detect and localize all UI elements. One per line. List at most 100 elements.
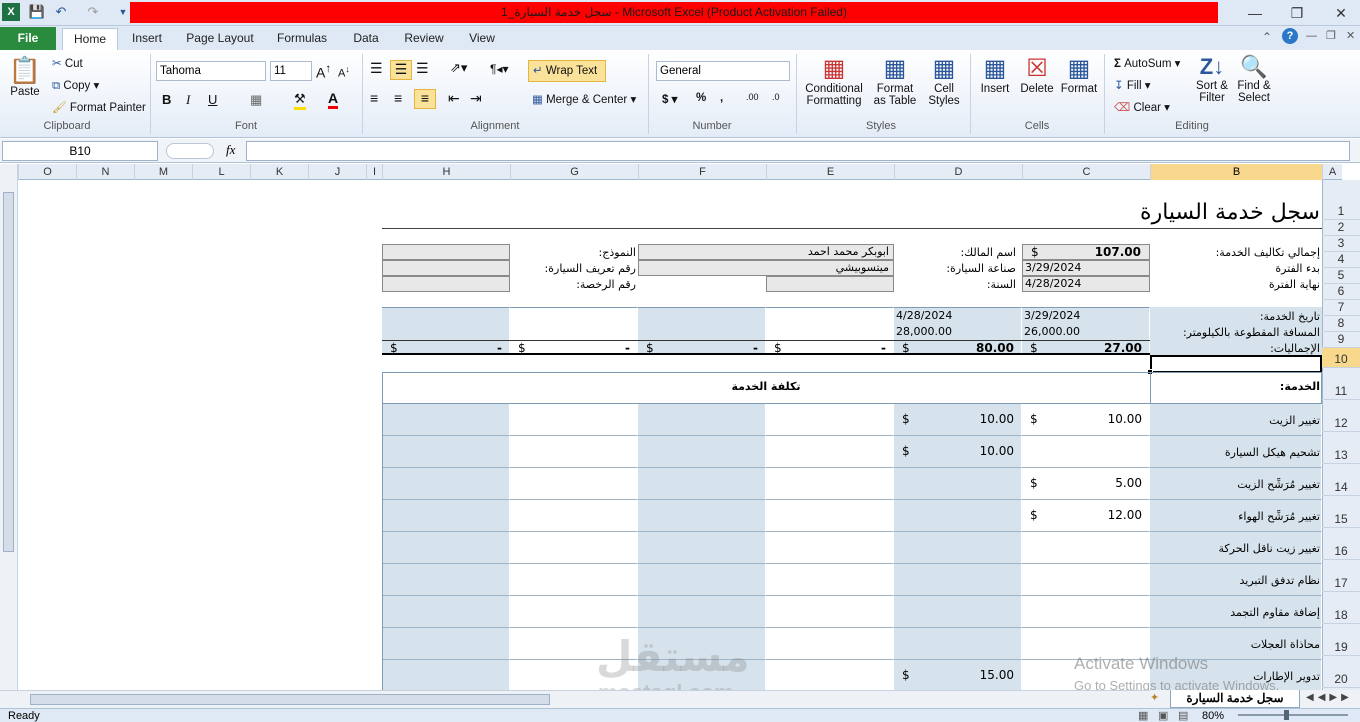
service-cost-cell[interactable] — [638, 468, 766, 500]
italic-icon[interactable]: I — [186, 92, 190, 108]
make-cell[interactable]: ميتسوبيشي — [638, 260, 894, 276]
service-cost-cell[interactable] — [510, 500, 638, 532]
row-header[interactable]: 18 — [1322, 592, 1360, 624]
column-header[interactable]: D — [894, 164, 1022, 180]
service-cost-cell[interactable] — [382, 628, 510, 660]
row-header[interactable]: 14 — [1322, 464, 1360, 496]
service-cost-cell[interactable] — [894, 564, 1022, 596]
service-cost-cell[interactable] — [638, 500, 766, 532]
row-header[interactable]: 8 — [1322, 316, 1360, 332]
increase-decimal-icon[interactable]: .00 — [746, 92, 759, 102]
column-header[interactable]: F — [638, 164, 766, 180]
cell-styles-button[interactable]: ▦ Cell Styles — [922, 54, 966, 107]
sheet-nav-icons[interactable]: ◀◀▶▶ — [1306, 692, 1353, 703]
service-cost-cell[interactable] — [382, 468, 510, 500]
total-cell[interactable]: $ - — [766, 340, 894, 355]
row-header[interactable]: 5 — [1322, 268, 1360, 284]
percent-icon[interactable]: % — [696, 92, 706, 104]
service-cost-cell[interactable] — [510, 564, 638, 596]
column-header[interactable]: G — [510, 164, 638, 180]
number-format-dropdown[interactable]: General — [656, 61, 790, 81]
service-cost-cell[interactable] — [1022, 436, 1150, 468]
align-middle-icon[interactable]: ☰ — [390, 60, 412, 80]
model-cell[interactable] — [382, 244, 510, 260]
column-header[interactable]: B — [1150, 164, 1322, 180]
service-cost-cell[interactable] — [638, 532, 766, 564]
owner-cell[interactable]: ابوبكر محمد احمد — [638, 244, 894, 260]
page-break-view-icon[interactable]: ▤ — [1178, 709, 1188, 722]
autosum-button[interactable]: Σ AutoSum ▾ — [1114, 56, 1180, 70]
text-direction-icon[interactable]: ¶◂▾ — [490, 62, 509, 76]
find-select-button[interactable]: 🔍 Find & Select — [1234, 54, 1274, 104]
worksheet-grid[interactable]: سجل خدمة السيارة إجمالي تكاليف الخدمة: $… — [0, 180, 1322, 690]
comma-icon[interactable]: , — [720, 92, 723, 104]
minimize-ribbon-icon[interactable]: ⌃ — [1262, 30, 1272, 44]
doc-restore-icon[interactable]: ❐ — [1326, 29, 1336, 42]
row-header[interactable]: 20 — [1322, 656, 1360, 688]
decrease-indent-icon[interactable]: ⇤ — [448, 90, 460, 107]
period-end-cell[interactable]: 4/28/2024 — [1022, 276, 1150, 292]
total-cell[interactable]: $27.00 — [1022, 340, 1150, 355]
column-header[interactable]: M — [134, 164, 192, 180]
format-as-table-button[interactable]: ▦ Format as Table — [870, 54, 920, 107]
column-header[interactable]: L — [192, 164, 250, 180]
bold-icon[interactable]: B — [162, 92, 171, 107]
mileage-value[interactable]: 26,000.00 — [1024, 325, 1148, 338]
total-cell[interactable]: $ - — [382, 340, 510, 355]
formula-bar-handle[interactable] — [166, 143, 214, 159]
align-top-icon[interactable]: ☰ — [370, 60, 383, 77]
service-cost-cell[interactable] — [510, 532, 638, 564]
doc-close-icon[interactable]: ✕ — [1346, 29, 1355, 42]
column-header[interactable]: K — [250, 164, 308, 180]
shrink-font-icon[interactable]: A↓ — [338, 64, 350, 80]
column-header[interactable]: E — [766, 164, 894, 180]
delete-cells-button[interactable]: ☒ Delete — [1016, 54, 1058, 95]
row-header[interactable]: 6 — [1322, 284, 1360, 300]
help-icon[interactable]: ? — [1282, 28, 1298, 44]
font-name-dropdown[interactable]: Tahoma — [156, 61, 266, 81]
increase-indent-icon[interactable]: ⇥ — [470, 90, 482, 107]
service-cost-cell[interactable] — [510, 436, 638, 468]
plate-cell[interactable] — [382, 276, 510, 292]
service-cost-cell[interactable] — [894, 532, 1022, 564]
borders-icon[interactable]: ▦ — [250, 92, 262, 108]
tab-file[interactable]: File — [0, 27, 56, 50]
row-header[interactable]: 19 — [1322, 624, 1360, 656]
row-header[interactable]: 4 — [1322, 252, 1360, 268]
doc-minimize-icon[interactable]: — — [1306, 30, 1317, 42]
service-cost-cell[interactable] — [766, 436, 894, 468]
name-box[interactable]: B10 — [2, 141, 158, 161]
column-header[interactable]: H — [382, 164, 510, 180]
align-bottom-icon[interactable]: ☰ — [416, 60, 429, 77]
align-left-icon[interactable]: ≡ — [370, 90, 378, 106]
clear-button[interactable]: ⌫ Clear ▾ — [1114, 100, 1170, 114]
service-cost-cell[interactable] — [638, 404, 766, 436]
align-right-icon[interactable]: ≡ — [414, 89, 436, 109]
service-cost-cell[interactable] — [382, 564, 510, 596]
tab-review[interactable]: Review — [398, 28, 450, 50]
zoom-slider[interactable] — [1238, 714, 1348, 716]
service-cost-cell[interactable] — [382, 532, 510, 564]
font-color-icon[interactable]: A — [328, 90, 339, 109]
service-cost-cell[interactable] — [510, 468, 638, 500]
service-cost-cell[interactable] — [766, 596, 894, 628]
service-date-value[interactable]: 3/29/2024 — [1024, 309, 1148, 322]
horizontal-scrollbar[interactable] — [0, 690, 1150, 708]
column-header[interactable]: C — [1022, 164, 1150, 180]
service-date-value[interactable]: 4/28/2024 — [896, 309, 1020, 322]
format-painter-button[interactable]: 🖌 Format Painter — [52, 100, 146, 114]
row-header[interactable]: 3 — [1322, 236, 1360, 252]
service-cost-cell[interactable] — [382, 500, 510, 532]
service-cost-cell[interactable] — [638, 436, 766, 468]
redo-icon[interactable]: ↷ — [84, 3, 102, 21]
underline-icon[interactable]: U — [208, 92, 217, 107]
row-header[interactable]: 7 — [1322, 300, 1360, 316]
service-cost-cell[interactable] — [1022, 564, 1150, 596]
service-cost-cell[interactable] — [894, 468, 1022, 500]
merge-center-button[interactable]: ▦ Merge & Center ▾ — [532, 92, 636, 106]
tab-formulas[interactable]: Formulas — [270, 28, 334, 50]
row-header[interactable]: 16 — [1322, 528, 1360, 560]
total-cell[interactable]: $ - — [638, 340, 766, 355]
fill-button[interactable]: ↧ Fill ▾ — [1114, 78, 1151, 92]
column-header[interactable]: A — [1322, 164, 1342, 180]
